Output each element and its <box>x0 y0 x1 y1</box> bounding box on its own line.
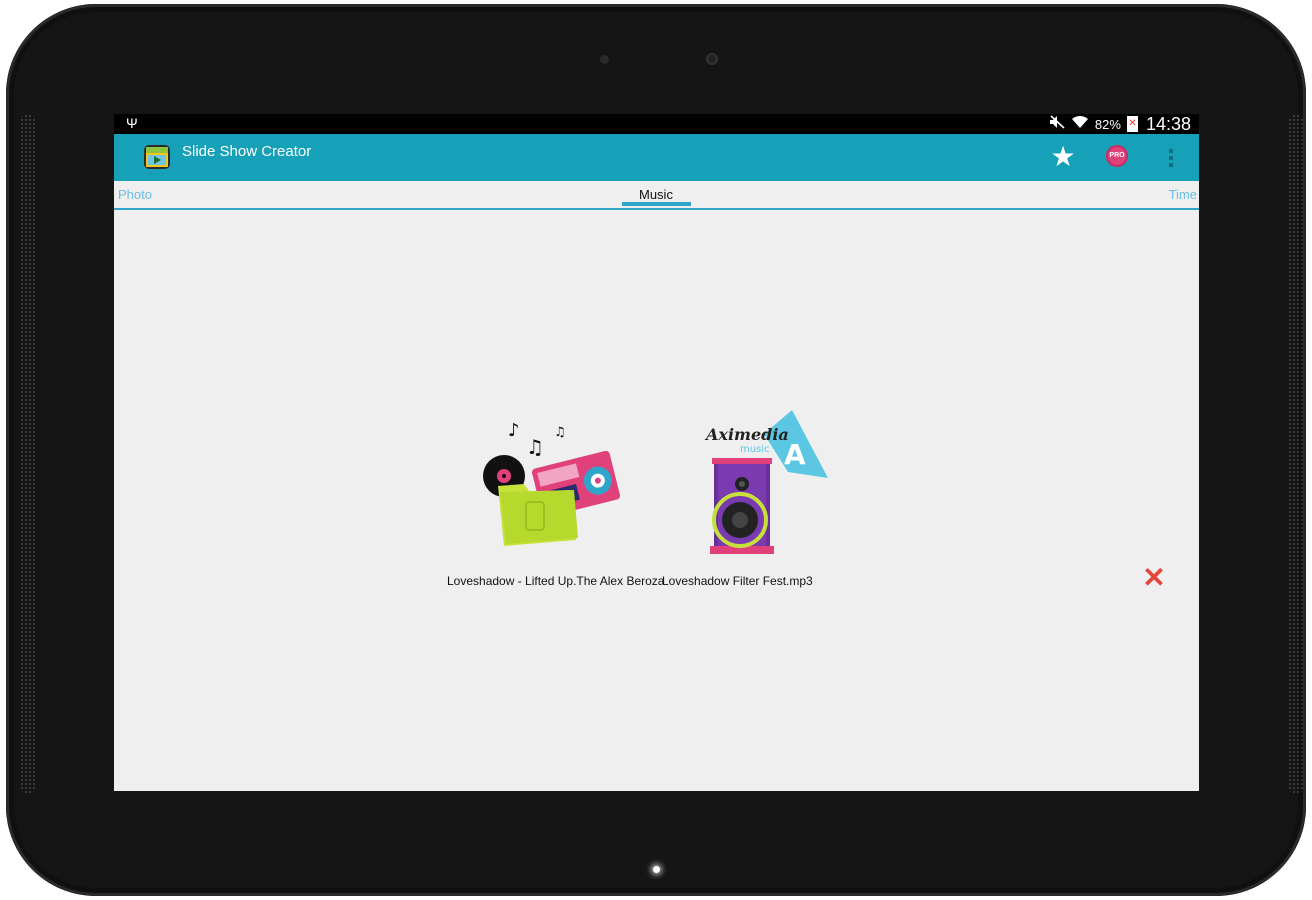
aximedia-logo-text: Aximedia <box>704 425 789 444</box>
music-item-label: Loveshadow Filter Fest.mp3 <box>662 574 813 588</box>
wifi-icon <box>1071 114 1089 134</box>
clock: 14:38 <box>1145 114 1191 134</box>
aximedia-speaker-icon: A Aximedia music <box>704 410 828 554</box>
battery-icon <box>1126 116 1138 132</box>
music-item[interactable]: ♪ ♫ ♫ <box>476 414 626 554</box>
right-speaker-grille <box>1288 114 1304 794</box>
screen: Ψ 82% 14:38 Slide Show Creator ★ PRO <box>114 114 1199 791</box>
tab-selected-indicator <box>622 202 691 206</box>
front-camera <box>706 53 718 65</box>
tab-music[interactable]: Music <box>639 187 673 202</box>
overflow-menu-icon[interactable] <box>1164 146 1178 170</box>
app-title: Slide Show Creator <box>182 143 312 160</box>
app-logo-icon[interactable] <box>141 141 173 173</box>
star-icon[interactable]: ★ <box>1048 142 1078 172</box>
svg-text:♪: ♪ <box>508 420 520 441</box>
music-folder-icon: ♪ ♫ ♫ <box>483 420 621 546</box>
tab-time[interactable]: Time <box>1169 187 1197 202</box>
notification-led <box>653 866 660 873</box>
music-item[interactable]: A Aximedia music <box>704 406 834 558</box>
close-icon[interactable]: ✕ <box>1142 564 1166 592</box>
mute-icon <box>1049 114 1065 134</box>
aximedia-logo-subtext: music <box>740 444 770 455</box>
music-item-label: Loveshadow - Lifted Up.The Alex Beroza <box>447 574 665 588</box>
status-icons: 82% 14:38 <box>1049 114 1191 134</box>
battery-percent: 82% <box>1094 116 1121 132</box>
svg-text:♫: ♫ <box>554 425 566 440</box>
action-bar: Slide Show Creator ★ PRO <box>114 134 1199 181</box>
status-bar: Ψ 82% 14:38 <box>114 114 1199 134</box>
pro-badge-button[interactable]: PRO <box>1106 145 1128 167</box>
svg-text:♫: ♫ <box>526 435 544 459</box>
light-sensor <box>600 55 609 64</box>
usb-icon: Ψ <box>126 115 138 131</box>
left-speaker-grille <box>20 114 36 794</box>
tab-photo[interactable]: Photo <box>118 187 152 202</box>
